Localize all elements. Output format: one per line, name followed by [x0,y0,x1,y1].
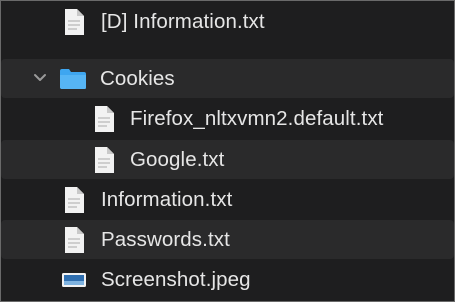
list-item[interactable]: [D] Information.txt [1,2,454,41]
chevron-down-icon[interactable] [33,73,47,83]
file-name: Google.txt [130,147,225,171]
list-item[interactable]: Google.txt [1,140,454,179]
text-file-icon [95,105,114,132]
file-name: Information.txt [101,187,233,211]
list-item[interactable]: Screenshot.jpeg [1,260,454,299]
file-name: Passwords.txt [101,227,230,251]
text-file-icon [95,146,114,173]
folder-icon [60,68,86,89]
list-item[interactable]: Information.txt [1,180,454,219]
file-name: Screenshot.jpeg [101,267,251,291]
image-file-icon [62,272,86,287]
list-item[interactable]: Cookies [1,59,454,98]
file-name: Firefox_nltxvmn2.default.txt [130,106,384,130]
list-item[interactable]: Firefox_nltxvmn2.default.txt [1,99,454,138]
text-file-icon [65,186,84,213]
text-file-icon [65,226,84,253]
list-item[interactable]: Passwords.txt [1,220,454,259]
file-name: [D] Information.txt [101,9,265,33]
finder-file-list: [D] Information.txt Cookies Firefox_nltx… [0,0,455,302]
folder-name: Cookies [100,66,175,90]
text-file-icon [65,8,84,35]
